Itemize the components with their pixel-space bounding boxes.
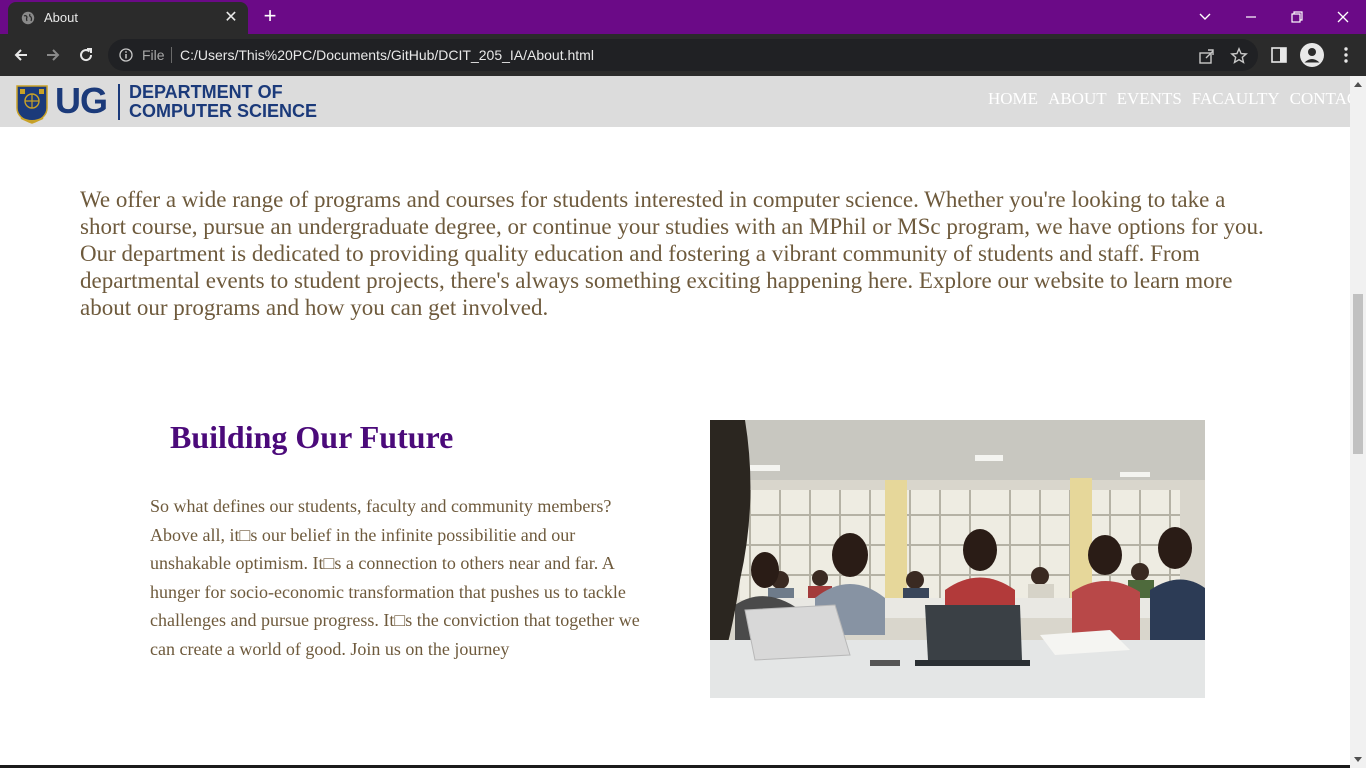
building-future-text: So what defines our students, faculty an…	[150, 496, 640, 659]
nav-about[interactable]: ABOUT	[1048, 89, 1107, 108]
reload-button[interactable]	[73, 42, 99, 68]
site-header: UG DEPARTMENT OF COMPUTER SCIENCE HOME AB…	[0, 76, 1350, 127]
scroll-down-arrow-icon[interactable]	[1354, 757, 1362, 762]
logo-dept-line2: COMPUTER SCIENCE	[129, 101, 318, 121]
ug-crest-logo	[16, 85, 48, 124]
browser-titlebar: About ✕ +	[0, 0, 1366, 34]
tab-title: About	[44, 10, 78, 25]
tab-close-icon[interactable]: ✕	[222, 9, 240, 27]
side-panel-icon[interactable]	[1270, 46, 1288, 64]
nav-events[interactable]: EVENTS	[1117, 89, 1182, 108]
minimize-button[interactable]	[1228, 0, 1274, 34]
info-icon[interactable]	[119, 48, 133, 62]
scroll-up-arrow-icon[interactable]	[1354, 82, 1362, 87]
logo-ug-text: UG	[55, 80, 108, 121]
logo-dept-line1: DEPARTMENT OF	[129, 82, 283, 102]
page-scrollbar[interactable]	[1350, 76, 1366, 768]
scrollbar-thumb[interactable]	[1353, 294, 1363, 454]
building-future-heading: Building Our Future	[170, 419, 454, 455]
bookmark-star-icon[interactable]	[1230, 47, 1248, 65]
url-text[interactable]: C:/Users/This%20PC/Documents/GitHub/DCIT…	[180, 47, 594, 63]
nav-home[interactable]: HOME	[988, 89, 1038, 108]
person-icon	[1304, 48, 1320, 63]
browser-toolbar: File C:/Users/This%20PC/Documents/GitHub…	[0, 34, 1366, 76]
tab-search-chevron-icon[interactable]	[1182, 0, 1228, 34]
file-scheme-label: File	[142, 47, 165, 63]
new-tab-button[interactable]: +	[258, 5, 282, 29]
globe-icon	[21, 11, 35, 25]
address-bar[interactable]: File C:/Users/This%20PC/Documents/GitHub…	[108, 39, 1258, 71]
logo-department-text: DEPARTMENT OF COMPUTER SCIENCE	[129, 83, 317, 121]
profile-avatar[interactable]	[1300, 43, 1324, 67]
browser-tab-about[interactable]: About ✕	[8, 2, 248, 34]
address-divider	[171, 47, 172, 63]
intro-paragraph: We offer a wide range of programs and co…	[80, 187, 1264, 320]
close-window-button[interactable]	[1320, 0, 1366, 34]
share-icon[interactable]	[1198, 47, 1216, 65]
nav-facaulty[interactable]: FACAULTY	[1192, 89, 1280, 108]
restore-button[interactable]	[1274, 0, 1320, 34]
logo-divider	[118, 84, 120, 120]
back-button[interactable]	[8, 42, 34, 68]
students-classroom-photo	[710, 420, 1205, 698]
forward-button[interactable]	[40, 42, 66, 68]
main-nav: HOME ABOUT EVENTS FACAULTY CONTACT	[988, 89, 1350, 109]
nav-contact[interactable]: CONTACT	[1290, 89, 1350, 108]
browser-menu-icon[interactable]	[1333, 42, 1359, 68]
